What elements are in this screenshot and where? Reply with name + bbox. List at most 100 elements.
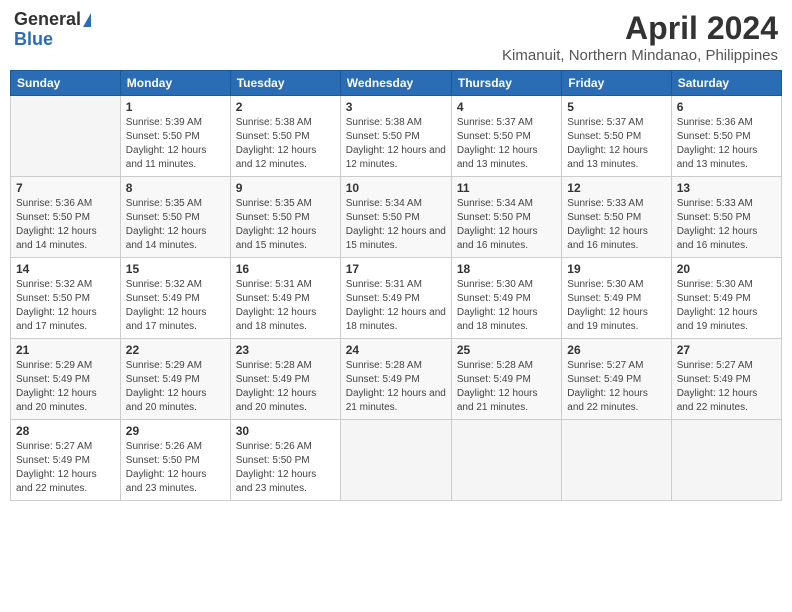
calendar-cell (340, 420, 451, 501)
title-area: April 2024 Kimanuit, Northern Mindanao, … (502, 10, 778, 64)
calendar-cell: 8 Sunrise: 5:35 AMSunset: 5:50 PMDaylight… (120, 177, 230, 258)
calendar-cell (11, 96, 121, 177)
day-number: 24 (346, 343, 446, 357)
day-number: 5 (567, 100, 665, 114)
calendar-cell: 17Sunrise: 5:31 AMSunset: 5:49 PMDayligh… (340, 258, 451, 339)
day-detail: Sunrise: 5:31 AMSunset: 5:49 PMDaylight:… (236, 278, 335, 334)
day-detail: Sunrise: 5:35 AMSunset: 5:50 PMDaylight:… (236, 197, 335, 253)
calendar-cell: 16 Sunrise: 5:31 AMSunset: 5:49 PMDayligh… (230, 258, 340, 339)
day-number: 11 (457, 181, 556, 195)
col-header-sunday: Sunday (11, 71, 121, 96)
day-number: 18 (457, 262, 556, 276)
col-header-friday: Friday (562, 71, 671, 96)
col-header-thursday: Thursday (451, 71, 561, 96)
calendar-week-5: 28 Sunrise: 5:27 AMSunset: 5:49 PMDayligh… (11, 420, 782, 501)
day-detail: Sunrise: 5:37 AMSunset: 5:50 PMDaylight:… (457, 116, 556, 172)
calendar-cell: 29 Sunrise: 5:26 AMSunset: 5:50 PMDayligh… (120, 420, 230, 501)
page-header: General Blue April 2024 Kimanuit, Northe… (10, 10, 782, 64)
day-number: 27 (677, 343, 776, 357)
calendar-cell: 25Sunrise: 5:28 AMSunset: 5:49 PMDayligh… (451, 339, 561, 420)
day-detail: Sunrise: 5:37 AMSunset: 5:50 PMDaylight:… (567, 116, 665, 172)
day-number: 14 (16, 262, 115, 276)
calendar-cell: 10 Sunrise: 5:34 AMSunset: 5:50 PMDayligh… (340, 177, 451, 258)
day-number: 3 (346, 100, 446, 114)
logo: General Blue (14, 10, 91, 50)
day-detail: Sunrise: 5:27 AMSunset: 5:49 PMDaylight:… (16, 440, 115, 496)
calendar-cell: 15Sunrise: 5:32 AMSunset: 5:49 PMDayligh… (120, 258, 230, 339)
day-number: 13 (677, 181, 776, 195)
calendar-cell: 4 Sunrise: 5:37 AMSunset: 5:50 PMDaylight… (451, 96, 561, 177)
day-number: 28 (16, 424, 115, 438)
day-detail: Sunrise: 5:34 AMSunset: 5:50 PMDaylight:… (346, 197, 446, 253)
day-number: 22 (126, 343, 225, 357)
day-detail: Sunrise: 5:34 AMSunset: 5:50 PMDaylight:… (457, 197, 556, 253)
day-number: 9 (236, 181, 335, 195)
day-number: 20 (677, 262, 776, 276)
calendar-cell: 23Sunrise: 5:28 AMSunset: 5:49 PMDayligh… (230, 339, 340, 420)
day-detail: Sunrise: 5:30 AMSunset: 5:49 PMDaylight:… (567, 278, 665, 334)
calendar-header-row: SundayMondayTuesdayWednesdayThursdayFrid… (11, 71, 782, 96)
calendar-cell: 21 Sunrise: 5:29 AMSunset: 5:49 PMDayligh… (11, 339, 121, 420)
day-number: 29 (126, 424, 225, 438)
day-detail: Sunrise: 5:33 AMSunset: 5:50 PMDaylight:… (677, 197, 776, 253)
day-number: 21 (16, 343, 115, 357)
day-detail: Sunrise: 5:28 AMSunset: 5:49 PMDaylight:… (236, 359, 335, 415)
logo-triangle-icon (83, 13, 91, 27)
day-detail: Sunrise: 5:27 AMSunset: 5:49 PMDaylight:… (567, 359, 665, 415)
calendar-cell: 22 Sunrise: 5:29 AMSunset: 5:49 PMDayligh… (120, 339, 230, 420)
day-number: 25 (457, 343, 556, 357)
calendar-cell: 5 Sunrise: 5:37 AMSunset: 5:50 PMDaylight… (562, 96, 671, 177)
day-detail: Sunrise: 5:32 AMSunset: 5:50 PMDaylight:… (16, 278, 115, 334)
calendar-cell: 18 Sunrise: 5:30 AMSunset: 5:49 PMDayligh… (451, 258, 561, 339)
day-number: 17 (346, 262, 446, 276)
calendar-cell: 12 Sunrise: 5:33 AMSunset: 5:50 PMDayligh… (562, 177, 671, 258)
day-number: 26 (567, 343, 665, 357)
day-number: 30 (236, 424, 335, 438)
calendar-cell: 1Sunrise: 5:39 AMSunset: 5:50 PMDaylight… (120, 96, 230, 177)
calendar-cell (451, 420, 561, 501)
day-detail: Sunrise: 5:35 AMSunset: 5:50 PMDaylight:… (126, 197, 225, 253)
calendar-week-1: 1Sunrise: 5:39 AMSunset: 5:50 PMDaylight… (11, 96, 782, 177)
calendar-week-4: 21 Sunrise: 5:29 AMSunset: 5:49 PMDayligh… (11, 339, 782, 420)
day-detail: Sunrise: 5:38 AMSunset: 5:50 PMDaylight:… (236, 116, 335, 172)
day-number: 19 (567, 262, 665, 276)
col-header-wednesday: Wednesday (340, 71, 451, 96)
calendar-week-2: 7Sunrise: 5:36 AMSunset: 5:50 PMDaylight… (11, 177, 782, 258)
day-detail: Sunrise: 5:36 AMSunset: 5:50 PMDaylight:… (677, 116, 776, 172)
day-number: 7 (16, 181, 115, 195)
day-number: 10 (346, 181, 446, 195)
page-title: April 2024 (502, 10, 778, 47)
col-header-monday: Monday (120, 71, 230, 96)
calendar-cell: 9 Sunrise: 5:35 AMSunset: 5:50 PMDaylight… (230, 177, 340, 258)
calendar-cell: 3Sunrise: 5:38 AMSunset: 5:50 PMDaylight… (340, 96, 451, 177)
logo-general-text: General (14, 10, 81, 30)
day-detail: Sunrise: 5:33 AMSunset: 5:50 PMDaylight:… (567, 197, 665, 253)
calendar-cell: 6 Sunrise: 5:36 AMSunset: 5:50 PMDaylight… (671, 96, 781, 177)
day-detail: Sunrise: 5:30 AMSunset: 5:49 PMDaylight:… (457, 278, 556, 334)
col-header-tuesday: Tuesday (230, 71, 340, 96)
calendar-cell: 11 Sunrise: 5:34 AMSunset: 5:50 PMDayligh… (451, 177, 561, 258)
calendar-cell: 7Sunrise: 5:36 AMSunset: 5:50 PMDaylight… (11, 177, 121, 258)
calendar-week-3: 14 Sunrise: 5:32 AMSunset: 5:50 PMDayligh… (11, 258, 782, 339)
calendar-cell: 19 Sunrise: 5:30 AMSunset: 5:49 PMDayligh… (562, 258, 671, 339)
day-number: 2 (236, 100, 335, 114)
logo-blue-text: Blue (14, 30, 53, 50)
day-number: 16 (236, 262, 335, 276)
day-number: 15 (126, 262, 225, 276)
day-number: 8 (126, 181, 225, 195)
day-number: 4 (457, 100, 556, 114)
day-number: 12 (567, 181, 665, 195)
day-detail: Sunrise: 5:26 AMSunset: 5:50 PMDaylight:… (126, 440, 225, 496)
day-number: 6 (677, 100, 776, 114)
calendar-table: SundayMondayTuesdayWednesdayThursdayFrid… (10, 70, 782, 501)
calendar-cell: 27 Sunrise: 5:27 AMSunset: 5:49 PMDayligh… (671, 339, 781, 420)
day-detail: Sunrise: 5:27 AMSunset: 5:49 PMDaylight:… (677, 359, 776, 415)
calendar-cell (671, 420, 781, 501)
calendar-cell: 13 Sunrise: 5:33 AMSunset: 5:50 PMDayligh… (671, 177, 781, 258)
calendar-cell: 30 Sunrise: 5:26 AMSunset: 5:50 PMDayligh… (230, 420, 340, 501)
day-detail: Sunrise: 5:29 AMSunset: 5:49 PMDaylight:… (16, 359, 115, 415)
calendar-cell (562, 420, 671, 501)
day-detail: Sunrise: 5:26 AMSunset: 5:50 PMDaylight:… (236, 440, 335, 496)
day-detail: Sunrise: 5:29 AMSunset: 5:49 PMDaylight:… (126, 359, 225, 415)
day-detail: Sunrise: 5:39 AMSunset: 5:50 PMDaylight:… (126, 116, 225, 172)
